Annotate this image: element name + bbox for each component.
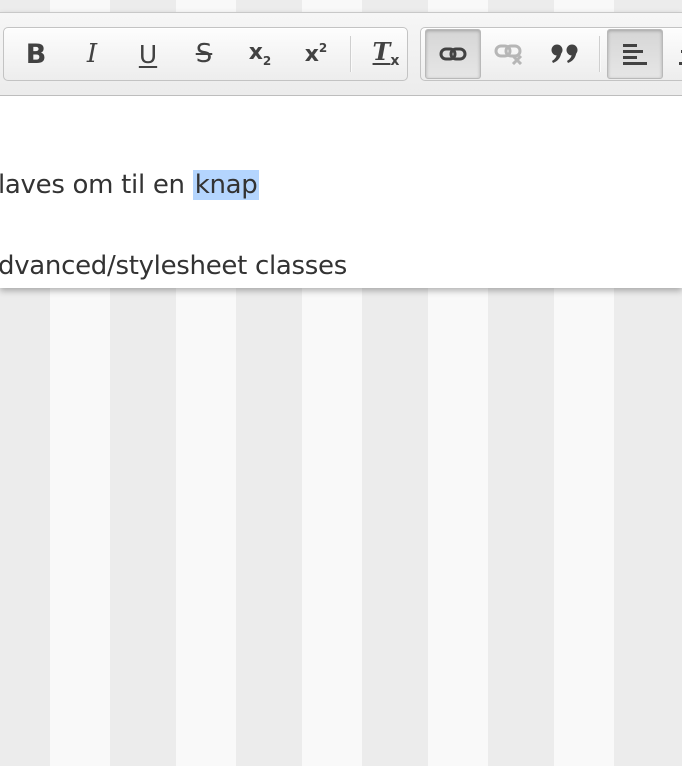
align-left-button[interactable] xyxy=(607,29,663,79)
content-line: laves om til en knap xyxy=(0,170,260,200)
toolbar-separator xyxy=(350,36,352,72)
strikethrough-button[interactable]: S xyxy=(176,29,232,79)
basic-styles-group: B I U S x2 x2 Tx xyxy=(3,27,408,81)
align-center-icon xyxy=(679,50,682,65)
blockquote-icon xyxy=(551,44,578,63)
superscript-button[interactable]: x2 xyxy=(288,29,344,79)
toolbar-separator xyxy=(599,36,601,72)
strikethrough-icon: S xyxy=(195,39,213,69)
superscript-icon: x2 xyxy=(304,41,328,67)
unlink-icon xyxy=(494,44,523,65)
link-icon xyxy=(439,47,467,61)
italic-icon: I xyxy=(86,39,98,69)
editor-content[interactable]: laves om til en knap dvanced/stylesheet … xyxy=(0,96,682,288)
italic-button[interactable]: I xyxy=(64,29,120,79)
subscript-button[interactable]: x2 xyxy=(232,29,288,79)
content-line: dvanced/stylesheet classes xyxy=(0,251,347,281)
remove-format-icon: Tx xyxy=(372,37,400,69)
bold-icon: B xyxy=(25,38,47,70)
links-group xyxy=(420,27,682,81)
link-button[interactable] xyxy=(425,29,481,79)
editor-toolbar: B I U S x2 x2 Tx xyxy=(0,12,682,96)
content-text: laves om til en xyxy=(0,170,193,200)
underline-icon: U xyxy=(138,39,158,69)
unlink-button[interactable] xyxy=(481,29,537,79)
blockquote-button[interactable] xyxy=(537,29,593,79)
align-center-button[interactable] xyxy=(663,29,682,79)
subscript-icon: x2 xyxy=(248,39,272,68)
bold-button[interactable]: B xyxy=(8,29,64,79)
remove-format-button[interactable]: Tx xyxy=(358,29,414,79)
editor-frame: B I U S x2 x2 Tx laves om til en knap dv… xyxy=(0,12,682,288)
selected-text: knap xyxy=(192,170,260,200)
align-left-icon xyxy=(623,44,647,65)
underline-button[interactable]: U xyxy=(120,29,176,79)
